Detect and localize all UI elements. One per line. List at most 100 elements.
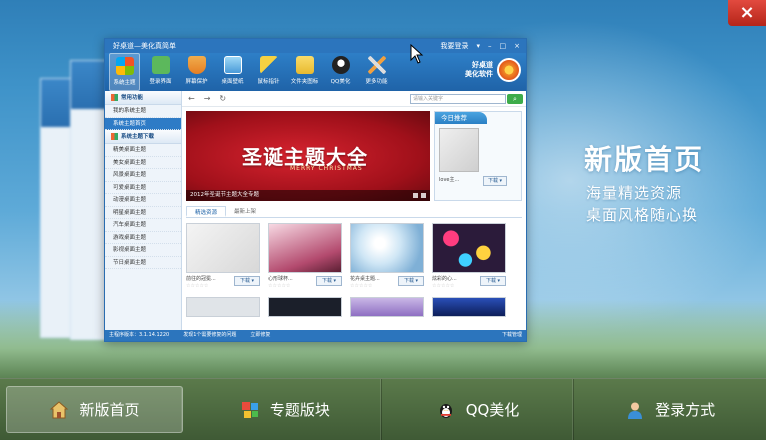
theme-card[interactable]: 心形球杯... ☆☆☆☆☆ 下载 ▾ [268, 223, 344, 289]
nav-login-method[interactable]: 登录方式 [574, 379, 766, 440]
tool-label: 系统主题 [113, 80, 136, 86]
download-manager-link[interactable]: 下载管理 [502, 330, 526, 341]
qq-icon [331, 56, 350, 74]
resource-tabs: 精选资源 最新上架 [186, 206, 522, 218]
sidebar-item[interactable]: 影视桌面主题 [105, 244, 181, 257]
nav-label: 登录方式 [655, 401, 716, 419]
theme-card[interactable]: 炫彩的心... ☆☆☆☆☆ 下载 ▾ [432, 223, 508, 289]
sidebar-section-download: 系统主题下载 [105, 130, 181, 144]
close-button[interactable]: × [728, 0, 766, 26]
sidebar-item[interactable]: 精美桌面主题 [105, 144, 181, 157]
theme-thumbnail[interactable] [350, 297, 424, 317]
theme-thumbnail[interactable] [432, 223, 506, 273]
sidebar-section-common: 常用功能 [105, 91, 181, 105]
theme-name: 炫彩的心... [432, 276, 457, 282]
shield-icon [187, 56, 206, 74]
tool-label: 屏幕保护 [185, 79, 208, 85]
theme-card[interactable] [350, 297, 426, 317]
tool-qq-beautify[interactable]: QQ美化 [325, 53, 356, 91]
tool-label: 鼠标指针 [257, 79, 280, 85]
nav-new-homepage[interactable]: 新版首页 [6, 386, 183, 433]
theme-card[interactable] [268, 297, 344, 317]
back-icon[interactable]: ← [188, 94, 195, 103]
theme-card[interactable] [432, 297, 508, 317]
nav-label: QQ美化 [465, 401, 520, 419]
sidebar-item[interactable]: 我的系统主题 [105, 105, 181, 118]
christmas-banner[interactable]: 圣诞主题大全 MERRY CHRISTMAS 2012年圣诞节主题大全专题 [186, 111, 430, 201]
tool-wallpaper[interactable]: 桌面壁纸 [217, 53, 248, 91]
tool-label: QQ美化 [330, 79, 351, 85]
search-button[interactable]: ⌕ [507, 94, 523, 104]
sidebar-item[interactable]: 游戏桌面主题 [105, 232, 181, 244]
folder-icon [295, 56, 314, 74]
sidebar-item[interactable]: 明星桌面主题 [105, 207, 181, 219]
theme-name: 前往的冠冕... [186, 276, 216, 282]
tool-cursor[interactable]: 鼠标指针 [253, 53, 284, 91]
recommend-header: 今日推荐 [435, 112, 487, 124]
sidebar-item-selected[interactable]: 系统主题首页 [105, 117, 181, 130]
theme-download-button[interactable]: 下载 ▾ [480, 276, 506, 286]
brand-tagline: 美化软件 [465, 70, 493, 78]
tool-folder-icons[interactable]: 文件夹图标 [289, 53, 320, 91]
splash-screen: × 好桌道—美化真简单 我要登录 ▾ – □ × 系统主题 登录界面 屏幕保护 … [0, 0, 766, 440]
theme-thumbnail[interactable] [268, 297, 342, 317]
recommend-thumbnail[interactable] [439, 128, 479, 172]
theme-card[interactable] [186, 297, 262, 317]
recommend-download-button[interactable]: 下载 ▾ [483, 176, 507, 186]
nav-topic-blocks[interactable]: 专题版块 [189, 379, 382, 440]
window-close-icon[interactable]: × [514, 39, 520, 53]
sidebar-item[interactable]: 动漫桌面主题 [105, 194, 181, 207]
theme-download-button[interactable]: 下载 ▾ [234, 276, 260, 286]
tab-newest[interactable]: 最新上架 [226, 206, 264, 217]
login-screen-icon [151, 56, 170, 74]
nav-qq-beautify[interactable]: QQ美化 [382, 379, 575, 440]
theme-download-button[interactable]: 下载 ▾ [316, 276, 342, 286]
menu-icon[interactable]: ▾ [476, 39, 480, 53]
theme-thumbnail[interactable] [432, 297, 506, 317]
app-title: 好桌道—美化真简单 [113, 42, 176, 50]
search-input[interactable]: 请输入关键字 [410, 94, 506, 104]
tool-login-screen[interactable]: 登录界面 [145, 53, 176, 91]
theme-name: 花卉桌主题... [350, 276, 380, 282]
tab-featured[interactable]: 精选资源 [186, 206, 227, 217]
tool-screensaver[interactable]: 屏幕保护 [181, 53, 212, 91]
minimize-icon[interactable]: – [488, 39, 492, 53]
banner-caption: 2012年圣诞节主题大全专题 [186, 190, 430, 201]
theme-card[interactable]: 前往的冠冕... ☆☆☆☆☆ 下载 ▾ [186, 223, 262, 289]
version-text: 主程序版本：3.1.14.1220 [109, 332, 170, 338]
sidebar-section-label: 系统主题下载 [121, 133, 155, 140]
tool-label: 桌面壁纸 [221, 79, 244, 85]
brand: 好桌道 美化软件 [465, 58, 521, 82]
theme-thumbnail[interactable] [350, 223, 424, 273]
theme-name: 心形球杯... [268, 276, 293, 282]
maximize-icon[interactable]: □ [500, 39, 507, 53]
banner-pager[interactable] [413, 193, 426, 198]
sidebar-item[interactable]: 汽车桌面主题 [105, 219, 181, 232]
tool-system-theme[interactable]: 系统主题 [109, 53, 140, 91]
refresh-icon[interactable]: ↻ [219, 94, 226, 103]
mouse-cursor-icon [410, 44, 424, 64]
sidebar-item[interactable]: 可爱桌面主题 [105, 182, 181, 194]
theme-thumbnail[interactable] [186, 223, 260, 273]
cursor-icon [259, 56, 278, 74]
sidebar-item[interactable]: 节日桌面主题 [105, 257, 181, 269]
flag-icon [111, 133, 118, 140]
user-icon [628, 402, 643, 419]
theme-card[interactable]: 花卉桌主题... ☆☆☆☆☆ 下载 ▾ [350, 223, 426, 289]
fix-link[interactable]: 立即修复 [250, 330, 270, 341]
brand-name: 好桌道 [472, 61, 493, 69]
sidebar-item[interactable]: 美女桌面主题 [105, 157, 181, 169]
promo-line-2: 桌面风格随心换 [586, 206, 699, 224]
forward-icon[interactable]: → [204, 94, 211, 103]
login-link[interactable]: 我要登录 [440, 39, 468, 53]
nav-label: 专题版块 [269, 401, 330, 419]
theme-thumbnail[interactable] [268, 223, 342, 273]
nav-label: 新版首页 [79, 401, 140, 419]
sidebar-item[interactable]: 风景桌面主题 [105, 169, 181, 182]
sidebar-section-label: 常用功能 [121, 94, 144, 101]
app-titlebar: 好桌道—美化真简单 我要登录 ▾ – □ × [105, 39, 526, 53]
theme-download-button[interactable]: 下载 ▾ [398, 276, 424, 286]
tool-more[interactable]: 更多功能 [361, 53, 392, 91]
theme-thumbnail[interactable] [186, 297, 260, 317]
app-statusbar: 主程序版本：3.1.14.1220 发现1个需要修复的问题 立即修复 下载管理 [105, 330, 526, 341]
